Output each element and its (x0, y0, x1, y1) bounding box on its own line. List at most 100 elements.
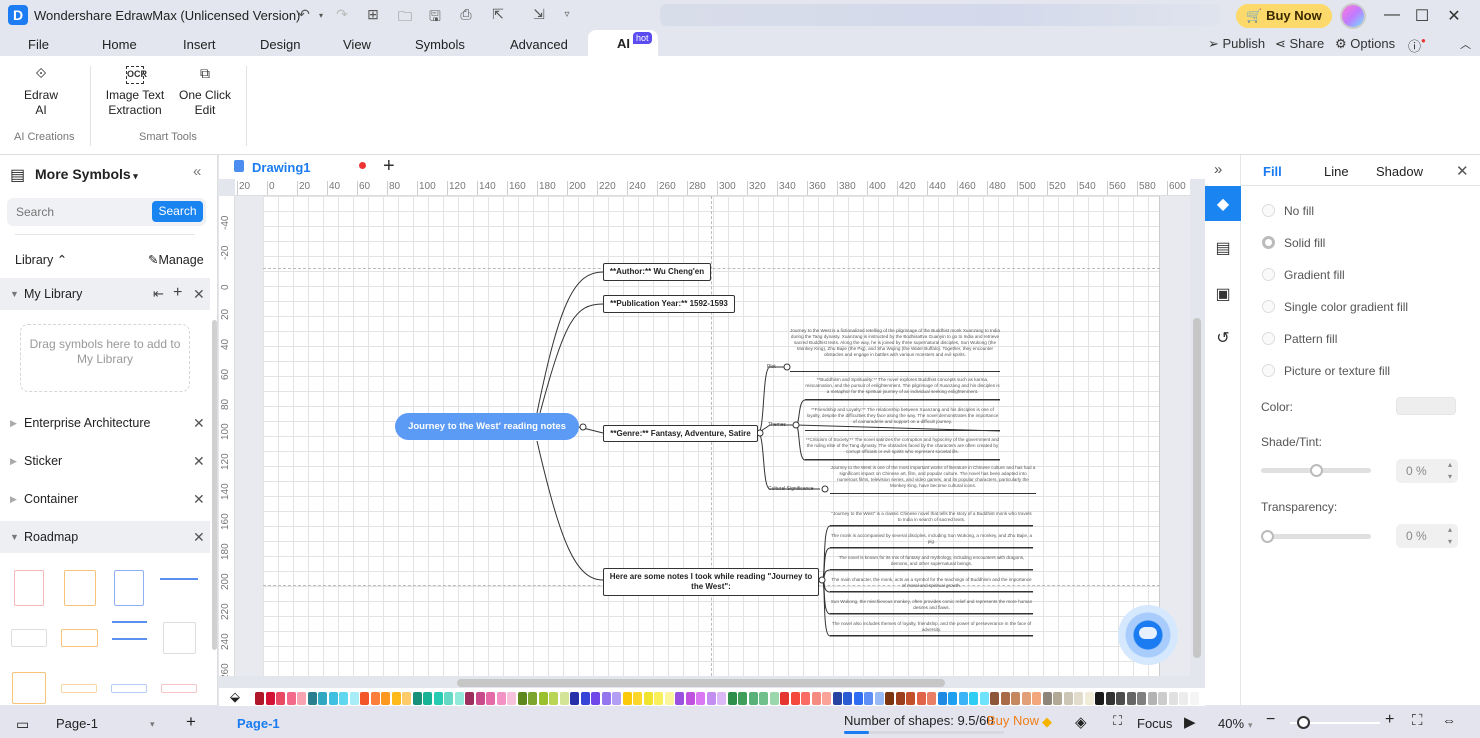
color-swatch[interactable] (948, 692, 957, 705)
color-swatch[interactable] (916, 692, 926, 705)
color-swatch[interactable] (1126, 692, 1136, 705)
color-swatch[interactable] (738, 692, 747, 705)
buy-now-link[interactable]: Buy Now (987, 713, 1039, 728)
horizontal-scrollbar[interactable] (457, 679, 945, 687)
color-swatch[interactable] (328, 692, 338, 705)
collapse-node-icon[interactable] (792, 421, 800, 429)
tab-shadow[interactable]: Shadow (1376, 164, 1423, 179)
chevron-down-icon[interactable]: ▾ (150, 719, 155, 730)
author-node[interactable]: **Author:** Wu Cheng'en (603, 263, 711, 281)
color-swatch[interactable] (276, 692, 285, 705)
note-node[interactable]: "Journey to the West" is a classic Chine… (830, 511, 1033, 526)
color-swatch[interactable] (927, 692, 936, 705)
color-swatch[interactable] (832, 692, 842, 705)
gradient-fill-radio[interactable] (1262, 268, 1275, 281)
zoom-out-icon[interactable]: − (1266, 711, 1275, 729)
color-swatch[interactable] (748, 692, 758, 705)
color-swatch[interactable] (349, 692, 359, 705)
cultural-significance-branch-label[interactable]: Cultural Significance (768, 486, 814, 492)
collapse-node-icon[interactable] (818, 576, 826, 584)
color-swatch[interactable] (759, 692, 768, 705)
cultural-text-node[interactable]: Journey to the West is one of the most i… (830, 465, 1036, 494)
transparency-slider[interactable] (1261, 534, 1371, 539)
color-swatch[interactable] (1000, 692, 1010, 705)
color-swatch[interactable] (286, 692, 296, 705)
note-node[interactable]: The monk is accompanied by several disci… (830, 533, 1033, 548)
notes-node[interactable]: Here are some notes I took while reading… (603, 568, 819, 596)
color-swatch[interactable] (633, 692, 642, 705)
collapse-node-icon[interactable] (579, 423, 587, 431)
color-swatch[interactable] (381, 692, 390, 705)
single-color-gradient-fill-radio[interactable] (1262, 300, 1275, 313)
color-swatch[interactable] (780, 692, 789, 705)
color-swatch[interactable] (318, 692, 327, 705)
color-swatch[interactable] (444, 692, 453, 705)
focus-icon[interactable]: ⛶ (1113, 713, 1122, 729)
color-swatch[interactable] (622, 692, 632, 705)
color-swatch[interactable] (811, 692, 821, 705)
genre-node[interactable]: **Genre:** Fantasy, Adventure, Satire (603, 425, 758, 442)
chevron-down-icon[interactable]: ▾ (1248, 720, 1253, 731)
color-swatch[interactable] (1084, 692, 1094, 705)
color-swatch[interactable] (1158, 692, 1167, 705)
color-swatch[interactable] (990, 692, 999, 705)
solid-fill-radio[interactable] (1262, 236, 1275, 249)
color-swatch[interactable] (465, 692, 474, 705)
color-swatch[interactable] (1063, 692, 1073, 705)
theme-node[interactable]: **Criticism of Society:** The novel sati… (805, 437, 1000, 460)
tab-fill[interactable]: Fill (1263, 164, 1282, 179)
color-swatch[interactable] (654, 692, 663, 705)
color-swatch[interactable] (706, 692, 716, 705)
color-swatch[interactable] (402, 692, 411, 705)
transparency-input[interactable]: 0 % ▴ ▾ (1396, 524, 1458, 548)
collapse-node-icon[interactable] (821, 485, 829, 493)
zoom-slider-handle[interactable] (1297, 716, 1310, 729)
color-swatch[interactable] (790, 692, 800, 705)
color-swatch[interactable] (874, 692, 884, 705)
plot-text-node[interactable]: Journey to the West is a fictionalized r… (790, 328, 1000, 372)
color-swatch[interactable] (265, 692, 275, 705)
note-node[interactable]: The main character, the monk, acts as a … (830, 577, 1033, 592)
color-swatch[interactable] (507, 692, 516, 705)
color-swatch[interactable] (580, 692, 590, 705)
color-swatch[interactable] (538, 692, 548, 705)
color-swatch[interactable] (885, 692, 894, 705)
color-swatch[interactable] (391, 692, 401, 705)
note-node[interactable]: Sun Wukong, the mischievous monkey, ofte… (830, 599, 1033, 614)
theme-node[interactable]: **Friendship and Loyalty:** The relation… (805, 407, 1000, 431)
color-swatch[interactable] (801, 692, 810, 705)
no-fill-radio[interactable] (1262, 204, 1275, 217)
color-swatch[interactable] (1116, 692, 1125, 705)
theme-node[interactable]: **Buddhism and Spirituality:** The novel… (805, 377, 1000, 400)
color-swatch[interactable] (1095, 692, 1104, 705)
color-swatch[interactable] (475, 692, 485, 705)
color-swatch[interactable] (517, 692, 527, 705)
color-swatch[interactable] (433, 692, 443, 705)
history-icon[interactable]: ↺ (1213, 328, 1233, 348)
color-picker[interactable] (1396, 397, 1456, 415)
page-view-icon[interactable]: ▭ (16, 716, 29, 733)
fill-bucket-icon[interactable]: ⬙ (230, 689, 240, 705)
color-swatch[interactable] (853, 692, 863, 705)
color-swatch[interactable] (822, 692, 831, 705)
note-node[interactable]: The novel is known for its mix of fantas… (830, 555, 1033, 570)
page-tab[interactable]: Page-1 (237, 716, 280, 731)
color-swatch[interactable] (643, 692, 653, 705)
color-swatch[interactable] (1189, 692, 1199, 705)
color-swatch[interactable] (528, 692, 537, 705)
color-swatch[interactable] (727, 692, 737, 705)
stepper-icon[interactable]: ▴ ▾ (1448, 524, 1452, 548)
play-icon[interactable]: ▶ (1184, 713, 1196, 731)
color-swatch[interactable] (570, 692, 579, 705)
color-swatch[interactable] (339, 692, 348, 705)
transparency-slider-handle[interactable] (1261, 530, 1274, 543)
note-node[interactable]: The novel also includes themes of loyalt… (830, 621, 1033, 636)
page-selector[interactable]: Page-1 (56, 716, 98, 731)
color-swatch[interactable] (843, 692, 852, 705)
expand-panel-icon[interactable]: » (1214, 161, 1222, 178)
color-swatch[interactable] (591, 692, 600, 705)
layers-icon[interactable]: ◈ (1075, 713, 1087, 731)
color-swatch[interactable] (423, 692, 432, 705)
zoom-level[interactable]: 40% (1218, 716, 1244, 731)
color-swatch[interactable] (370, 692, 380, 705)
